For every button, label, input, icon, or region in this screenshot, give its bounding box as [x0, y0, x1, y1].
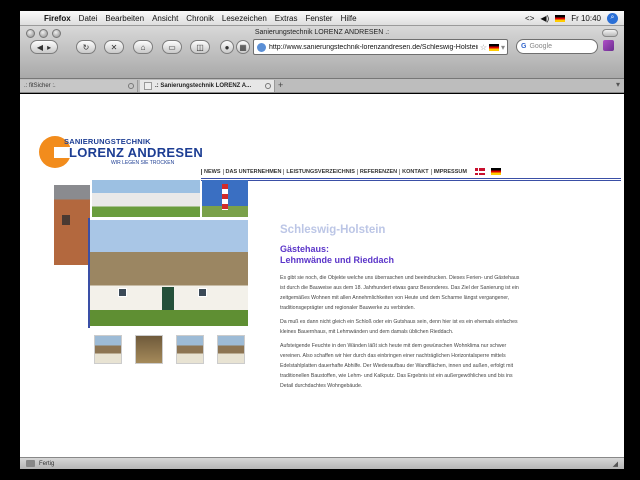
- tab-fitsicher[interactable]: .: fitSicher :.: [20, 80, 138, 92]
- photo-lighthouse: [202, 180, 248, 217]
- back-arrow-icon[interactable]: ◀: [37, 43, 43, 52]
- status-bar: Fertig ◢: [20, 457, 624, 469]
- plugin-icon: ◫: [196, 42, 204, 52]
- search-field[interactable]: G Google: [516, 39, 598, 54]
- photo-detail: [62, 215, 70, 225]
- menu-chronik[interactable]: Chronik: [186, 14, 214, 23]
- stop-icon: ✕: [110, 42, 118, 52]
- nav-unternehmen[interactable]: DAS UNTERNEHMEN: [222, 168, 284, 175]
- menu-firefox[interactable]: Firefox: [44, 14, 71, 23]
- language-flag-icon[interactable]: [488, 43, 499, 51]
- menu-extras-tray: <> ◀) Fr 10:40 ⌕: [525, 12, 624, 24]
- resize-grip-icon[interactable]: ◢: [613, 460, 618, 468]
- heading-line: Lehmwände und Rieddach: [280, 255, 395, 265]
- toolbar-toggle-button[interactable]: [602, 29, 618, 37]
- security-icon: ●: [224, 42, 230, 52]
- back-forward-button[interactable]: ◀ ▸: [30, 40, 58, 54]
- gallery-thumbnail[interactable]: [135, 335, 163, 364]
- close-tab-icon[interactable]: [128, 83, 134, 89]
- tab-label: .: Sanierungstechnik LORENZ A...: [155, 83, 252, 89]
- tab-list-icon[interactable]: ▾: [616, 80, 620, 89]
- article: Schleswig-Holstein Gästehaus: Lehmwände …: [280, 224, 524, 395]
- reload-button[interactable]: ↻: [76, 40, 96, 54]
- sidebar-icon: ▦: [239, 42, 247, 52]
- danish-flag-icon[interactable]: [474, 168, 485, 175]
- logo-main-text: LORENZ ANDRESEN: [69, 145, 204, 160]
- nav-kontakt[interactable]: KONTAKT: [399, 168, 430, 175]
- gallery-thumbnail[interactable]: [217, 335, 245, 364]
- german-flag-icon[interactable]: [490, 168, 501, 175]
- forward-arrow-icon[interactable]: ▸: [47, 43, 51, 52]
- address-bar[interactable]: http://www.sanierungstechnik-lorenzandre…: [253, 39, 508, 55]
- volume-icon[interactable]: ◀): [540, 14, 549, 23]
- addons-button[interactable]: ◫: [190, 40, 210, 54]
- bookmark-star-icon[interactable]: ☆: [480, 43, 487, 52]
- menu-bearbeiten[interactable]: Bearbeiten: [105, 14, 144, 23]
- nav-impressum[interactable]: IMPRESSUM: [430, 168, 469, 175]
- tab-favicon-icon: [144, 82, 152, 90]
- article-heading: Gästehaus: Lehmwände und Rieddach: [280, 244, 524, 266]
- photo-detail: [162, 287, 174, 310]
- photo-manor-house: [92, 180, 200, 217]
- address-bar-url[interactable]: http://www.sanierungstechnik-lorenzandre…: [269, 44, 478, 51]
- photo-brick-building: [54, 185, 90, 265]
- web-page: SANIERUNGSTECHNIK LORENZ ANDRESEN WIR LE…: [20, 94, 624, 457]
- nav-leistungsverzeichnis[interactable]: LEISTUNGSVERZEICHNIS: [283, 168, 356, 175]
- lighthouse-detail: [222, 184, 228, 210]
- photo-detail: [198, 288, 207, 297]
- menu-datei[interactable]: Datei: [79, 14, 98, 23]
- gallery-thumbnail[interactable]: [176, 335, 204, 364]
- google-search-icon[interactable]: G: [521, 43, 526, 50]
- tab-label: .: fitSicher :.: [24, 83, 56, 89]
- article-paragraph: Da muß es dann nicht gleich ein Schloß o…: [280, 319, 518, 335]
- browser-titlebar: Sanierungstechnik LORENZ ANDRESEN .: ◀ ▸…: [20, 26, 624, 79]
- close-tab-icon[interactable]: [265, 83, 271, 89]
- menu-ansicht[interactable]: Ansicht: [152, 14, 178, 23]
- menu-clock[interactable]: Fr 10:40: [571, 14, 601, 23]
- dropdown-arrow-icon[interactable]: ▾: [501, 43, 505, 52]
- lock-button[interactable]: ●: [220, 40, 234, 54]
- region-title: Schleswig-Holstein: [280, 224, 386, 236]
- status-text: Fertig: [39, 460, 55, 467]
- logo-tagline: WIR LEGEN SIE TROCKEN: [111, 160, 175, 166]
- photo-thatched-guesthouse: [90, 220, 248, 326]
- script-menu-icon[interactable]: <>: [525, 14, 534, 23]
- menu-hilfe[interactable]: Hilfe: [341, 14, 357, 23]
- site-favicon-icon: [257, 42, 266, 52]
- reload-icon: ↻: [82, 42, 90, 52]
- window-title: Sanierungstechnik LORENZ ANDRESEN .:: [254, 29, 390, 36]
- menu-lesezeichen[interactable]: Lesezeichen: [222, 14, 267, 23]
- new-tab-icon[interactable]: +: [278, 80, 283, 90]
- menu-bar: Firefox Datei Bearbeiten Ansicht Chronik…: [20, 11, 624, 26]
- stop-button[interactable]: ✕: [104, 40, 124, 54]
- site-navigation: NEWS DAS UNTERNEHMEN LEISTUNGSVERZEICHNI…: [201, 165, 621, 179]
- sidebar-button[interactable]: ▦: [236, 40, 250, 54]
- home-icon: ⌂: [140, 42, 146, 52]
- thumbnail-gallery: [94, 335, 245, 364]
- extension-icon[interactable]: [603, 40, 614, 51]
- article-paragraph: Aufsteigende Feuchte in den Wänden läßt …: [280, 343, 514, 389]
- nav-news[interactable]: NEWS: [201, 168, 223, 175]
- gallery-thumbnail[interactable]: [94, 335, 122, 364]
- company-logo[interactable]: SANIERUNGSTECHNIK LORENZ ANDRESEN WIR LE…: [39, 136, 203, 170]
- home-button[interactable]: ⌂: [133, 40, 153, 54]
- tab-strip: .: fitSicher :. .: Sanierungstechnik LOR…: [20, 79, 624, 93]
- menu-extras[interactable]: Extras: [275, 14, 298, 23]
- tab-sanierungstechnik[interactable]: .: Sanierungstechnik LORENZ A...: [140, 80, 275, 92]
- nav-referenzen[interactable]: REFERENZEN: [356, 168, 399, 175]
- print-icon: ▭: [168, 42, 176, 52]
- photo-detail: [118, 288, 127, 297]
- spotlight-search-icon[interactable]: ⌕: [607, 12, 618, 24]
- nav-divider: [201, 180, 621, 181]
- menu-fenster[interactable]: Fenster: [305, 14, 332, 23]
- print-button[interactable]: ▭: [162, 40, 182, 54]
- search-field-placeholder: Google: [529, 43, 553, 50]
- article-paragraph: Es gibt sie noch, die Objekte welche uns…: [280, 275, 520, 311]
- status-icon: [26, 460, 35, 467]
- heading-line: Gästehaus:: [280, 244, 330, 254]
- input-language-flag-icon[interactable]: [555, 14, 566, 22]
